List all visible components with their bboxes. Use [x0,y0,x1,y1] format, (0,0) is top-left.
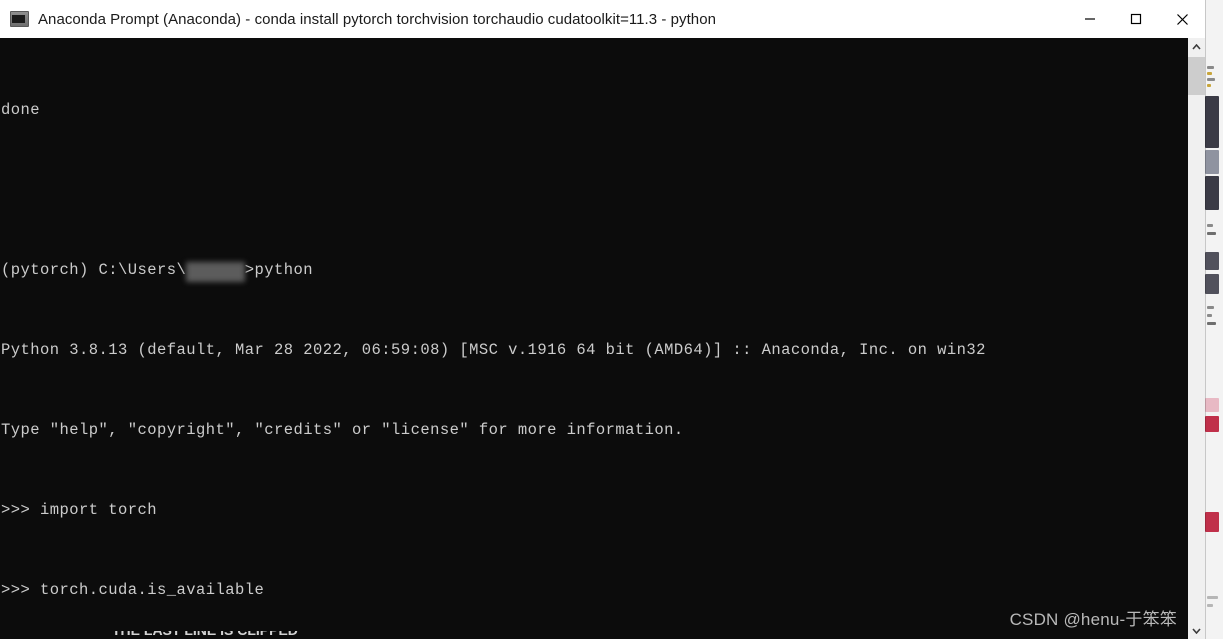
close-button[interactable] [1159,0,1205,38]
window-titlebar[interactable]: Anaconda Prompt (Anaconda) - conda insta… [0,0,1205,39]
terminal-line-text: Type "help", "copyright", "credits" or "… [1,421,684,439]
terminal-text: done (pytorch) C:\Users\2 25>python Pyth… [0,38,986,639]
terminal-line-text: >>> import torch [1,501,158,519]
terminal-line-text: Python 3.8.13 (default, Mar 28 2022, 06:… [1,341,986,359]
chevron-up-icon [1192,43,1201,50]
scroll-down-button[interactable] [1188,622,1205,639]
clipped-bottom-text-row: THE LAST LINE IS CLIPPED [0,631,1205,639]
terminal-line-text: done [1,101,41,119]
scrollbar-thumb[interactable] [1188,57,1205,95]
close-icon [1176,13,1188,25]
chevron-down-icon [1192,627,1201,634]
shell-prompt-prefix: (pytorch) C:\Users\ [1,261,187,279]
terminal-line-prompt: (pytorch) C:\Users\2 25>python [1,260,986,282]
terminal-line: done [1,100,986,120]
terminal-line: Type "help", "copyright", "credits" or "… [1,420,986,440]
window-controls[interactable] [1067,0,1205,38]
anaconda-prompt-window[interactable]: Anaconda Prompt (Anaconda) - conda insta… [0,0,1205,639]
maximize-button[interactable] [1113,0,1159,38]
console-icon [10,11,29,27]
scroll-up-button[interactable] [1188,38,1205,55]
minimize-icon [1085,18,1095,20]
terminal-line: >>> torch.cuda.is_available [1,580,986,600]
vertical-scrollbar[interactable] [1187,38,1205,639]
shell-command: >python [244,261,314,279]
terminal-line: >>> import torch [1,500,986,520]
redacted-username: 2 25 [186,262,245,282]
terminal-line-text: >>> torch.cuda.is_available [1,581,265,599]
csdn-watermark: CSDN @henu-于笨笨 [1009,610,1177,629]
minimize-button[interactable] [1067,0,1113,38]
clipped-bottom-text: THE LAST LINE IS CLIPPED [112,631,298,638]
terminal-output-area[interactable]: done (pytorch) C:\Users\2 25>python Pyth… [0,38,1205,639]
window-title: Anaconda Prompt (Anaconda) - conda insta… [38,10,716,28]
desktop-background: Anaconda Prompt (Anaconda) - conda insta… [0,0,1223,639]
terminal-line: Python 3.8.13 (default, Mar 28 2022, 06:… [1,340,986,360]
background-window-sliver [1204,0,1223,639]
maximize-icon [1130,13,1142,25]
